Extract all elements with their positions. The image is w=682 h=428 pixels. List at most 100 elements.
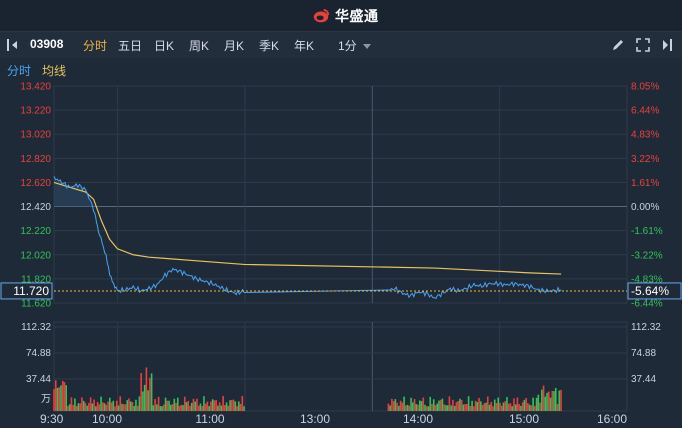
volume-bar bbox=[194, 401, 197, 411]
volume-bar bbox=[499, 402, 501, 411]
volume-bar bbox=[91, 403, 94, 411]
volume-bar bbox=[549, 397, 552, 411]
volume-bar bbox=[544, 396, 547, 411]
tab-week-k[interactable]: 周K bbox=[189, 37, 209, 54]
volume-bar bbox=[514, 404, 517, 411]
volume-bar bbox=[54, 380, 57, 411]
volume-bar bbox=[108, 397, 111, 411]
price-line bbox=[53, 176, 562, 300]
left-axis-label: 12.220 bbox=[20, 226, 51, 237]
volume-bar bbox=[450, 405, 452, 411]
volume-bar bbox=[448, 396, 451, 411]
time-axis-label: 10:00 bbox=[92, 412, 122, 426]
volume-bar bbox=[410, 397, 412, 411]
chevron-down-icon bbox=[362, 44, 371, 50]
volume-bar bbox=[68, 404, 71, 411]
volume-bar bbox=[103, 403, 106, 411]
volume-axis-label: 37.44 bbox=[26, 374, 51, 385]
volume-bar bbox=[67, 405, 69, 411]
tab-quarter-k[interactable]: 季K bbox=[259, 37, 279, 54]
volume-bar bbox=[432, 399, 435, 411]
volume-bar bbox=[467, 396, 470, 411]
volume-bar bbox=[126, 400, 129, 411]
collapse-sidebar-icon[interactable] bbox=[6, 38, 22, 52]
top-bar: 华盛通 bbox=[0, 0, 682, 32]
volume-bar bbox=[234, 401, 237, 411]
volume-bar bbox=[415, 404, 418, 411]
volume-bar bbox=[196, 398, 198, 411]
time-axis-label: 14:00 bbox=[403, 412, 433, 426]
volume-bar bbox=[180, 404, 183, 411]
volume-bar bbox=[398, 405, 400, 411]
time-axis-label: 16:00 bbox=[597, 412, 627, 426]
right-axis-label: 8.05% bbox=[631, 82, 659, 93]
volume-bar bbox=[96, 401, 99, 411]
sidebar-toggle-icon[interactable] bbox=[658, 37, 674, 53]
volume-bar bbox=[147, 390, 149, 411]
volume-bar bbox=[161, 406, 163, 411]
volume-bar bbox=[523, 399, 526, 411]
volume-bar bbox=[539, 402, 541, 411]
volume-bar bbox=[192, 398, 195, 411]
volume-bar bbox=[72, 404, 74, 411]
tab-day-k[interactable]: 日K bbox=[154, 37, 174, 54]
intraday-chart[interactable]: 13.420 13.220 13.020 12.820 12.620 12.420 12.2… bbox=[0, 79, 682, 428]
volume-bar bbox=[518, 404, 520, 411]
volume-bar bbox=[493, 399, 496, 411]
time-axis-label: 11:00 bbox=[195, 412, 224, 426]
tab-month-k[interactable]: 月K bbox=[224, 37, 244, 54]
volume-axis-label: 万 bbox=[41, 394, 51, 405]
volume-bar bbox=[86, 405, 88, 411]
volume-bar bbox=[140, 373, 142, 411]
right-axis-label: 0.00% bbox=[631, 202, 659, 213]
volume-bar bbox=[241, 396, 244, 411]
pencil-icon[interactable] bbox=[610, 37, 626, 53]
volume-bar bbox=[229, 400, 231, 411]
volume-bar bbox=[170, 404, 172, 411]
volume-bar bbox=[441, 398, 444, 411]
volume-bar bbox=[159, 406, 162, 411]
volume-bar bbox=[114, 406, 116, 411]
volume-bar bbox=[506, 397, 508, 411]
volume-bar bbox=[457, 401, 459, 411]
volume-bar bbox=[201, 406, 203, 411]
right-axis-label: 6.44% bbox=[631, 106, 659, 117]
volume-bar bbox=[75, 406, 78, 411]
volume-bar bbox=[534, 405, 536, 411]
volume-bar bbox=[542, 385, 545, 411]
volume-bar bbox=[387, 403, 390, 411]
volume-bar bbox=[112, 400, 115, 411]
tab-minute[interactable]: 分时 bbox=[83, 37, 107, 54]
volume-bar bbox=[210, 401, 212, 411]
volume-bar bbox=[166, 400, 169, 411]
right-axis-label: 4.83% bbox=[631, 130, 659, 141]
time-axis-label: 15:00 bbox=[509, 412, 539, 426]
volume-bar bbox=[89, 397, 92, 411]
volume-axis-label-right: 37.44 bbox=[631, 374, 656, 385]
volume-bar bbox=[464, 404, 466, 411]
volume-bar bbox=[490, 401, 493, 411]
volume-bar bbox=[61, 380, 64, 411]
volume-bar bbox=[63, 382, 66, 411]
volume-bar bbox=[412, 402, 414, 411]
volume-bar bbox=[417, 404, 419, 411]
volume-bar bbox=[213, 400, 216, 411]
volume-bar bbox=[211, 399, 214, 411]
volume-bar bbox=[53, 388, 55, 411]
right-axis-label: 1.61% bbox=[631, 178, 659, 189]
volume-bar bbox=[424, 404, 426, 411]
fullscreen-icon[interactable] bbox=[635, 37, 651, 53]
right-axis-label: -1.61% bbox=[631, 226, 663, 237]
volume-bar bbox=[546, 392, 548, 411]
volume-bar bbox=[154, 399, 156, 411]
volume-bar bbox=[551, 390, 554, 411]
tab-five-day[interactable]: 五日 bbox=[118, 37, 142, 54]
volume-bar bbox=[178, 406, 181, 411]
volume-bar bbox=[243, 406, 245, 411]
volume-bar bbox=[405, 405, 407, 411]
volume-bar bbox=[156, 404, 158, 411]
interval-select[interactable]: 1分 bbox=[338, 37, 371, 54]
volume-bar bbox=[70, 397, 73, 411]
volume-bar bbox=[163, 404, 165, 411]
tab-year-k[interactable]: 年K bbox=[294, 37, 314, 54]
